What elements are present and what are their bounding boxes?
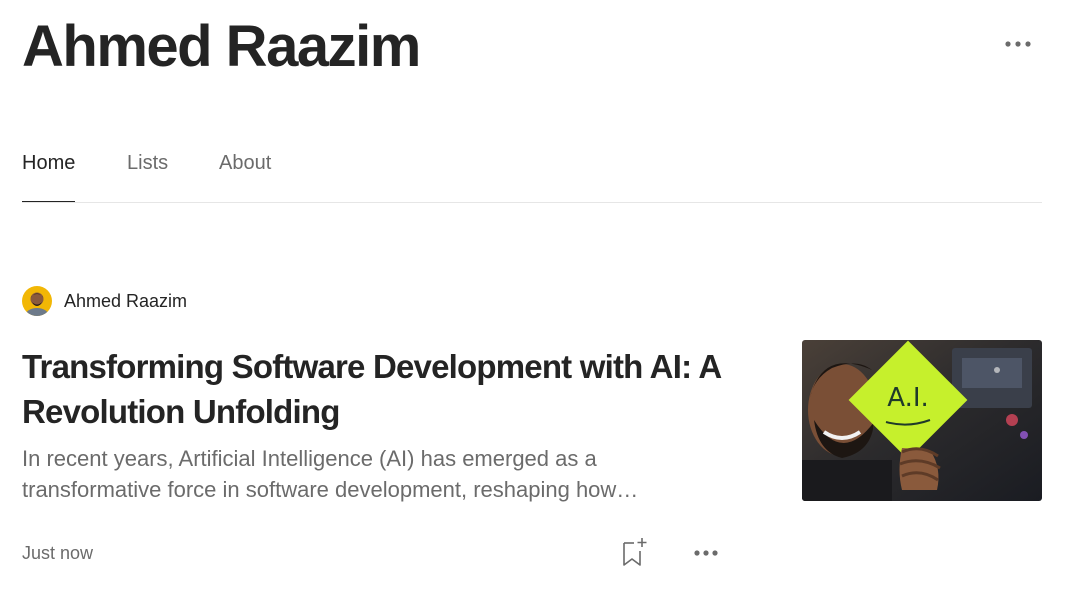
- save-button[interactable]: [620, 535, 650, 569]
- thumbnail-text: A.I.: [887, 383, 929, 413]
- post-title[interactable]: Transforming Software Development with A…: [22, 344, 722, 434]
- tab-home[interactable]: Home: [22, 140, 76, 202]
- profile-more-button[interactable]: [1002, 32, 1034, 56]
- avatar[interactable]: [22, 286, 52, 316]
- more-horizontal-icon: [1005, 41, 1031, 47]
- profile-tabs: Home Lists About: [22, 140, 1042, 203]
- tab-lists[interactable]: Lists: [127, 140, 168, 201]
- post-date: Just now: [22, 543, 94, 563]
- profile-title: Ahmed Raazim: [22, 14, 421, 79]
- author-name[interactable]: Ahmed Raazim: [64, 291, 187, 312]
- post-more-button[interactable]: [690, 542, 722, 564]
- post-excerpt[interactable]: In recent years, Artificial Intelligence…: [22, 443, 712, 505]
- tab-about[interactable]: About: [219, 140, 271, 201]
- bookmark-add-icon: [623, 538, 647, 566]
- post-thumbnail-image: A.I.: [802, 340, 1042, 501]
- post-author: Ahmed Raazim: [22, 286, 187, 316]
- post-thumbnail[interactable]: A.I.: [802, 340, 1042, 501]
- more-horizontal-icon: [694, 550, 718, 556]
